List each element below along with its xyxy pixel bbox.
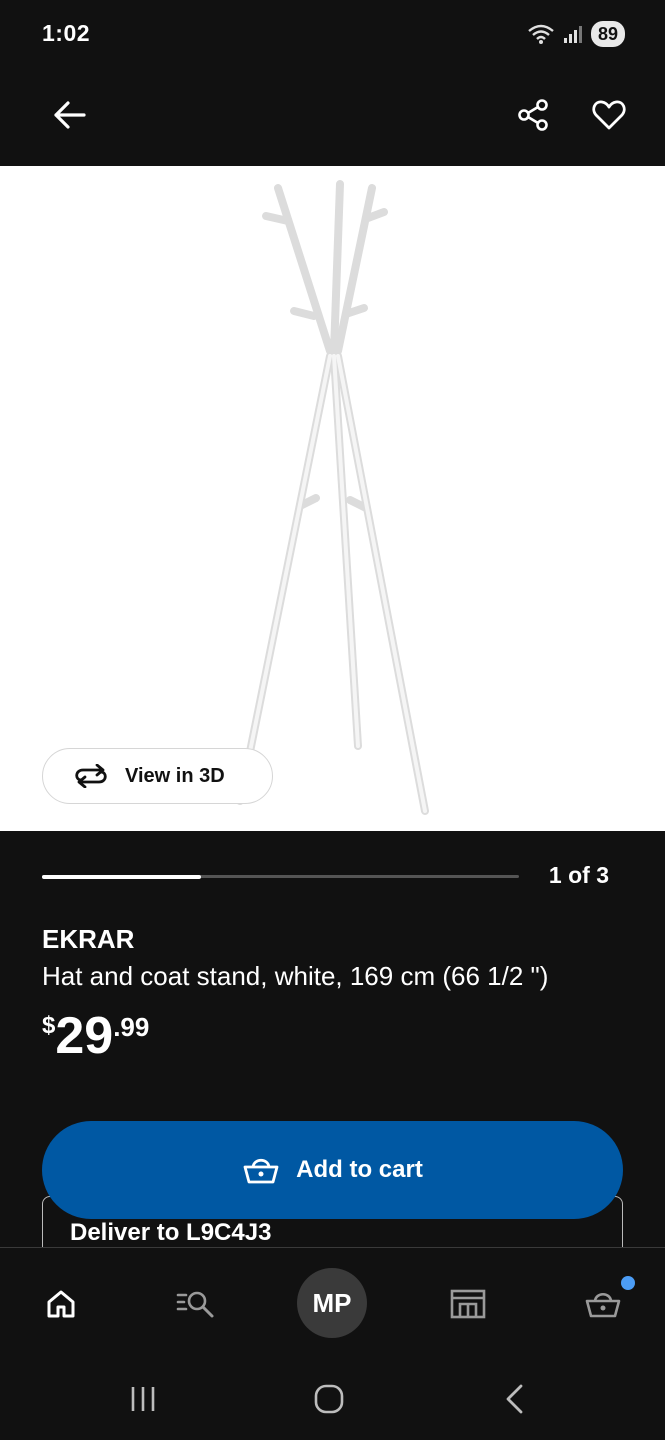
add-to-cart-label: Add to cart [296, 1156, 423, 1183]
recent-apps-button[interactable] [118, 1379, 168, 1419]
nav-home[interactable] [25, 1268, 97, 1340]
status-bar: 1:02 89 [0, 0, 665, 68]
nav-profile-avatar[interactable]: MP [297, 1268, 367, 1338]
basket-icon [243, 1158, 279, 1184]
store-icon [450, 1289, 486, 1319]
profile-initials: MP [312, 1287, 352, 1318]
nav-search[interactable] [160, 1268, 232, 1340]
chevron-left-icon [506, 1384, 523, 1414]
product-name: EKRAR [42, 924, 135, 954]
rotate-3d-icon [75, 764, 107, 788]
share-icon [518, 99, 548, 131]
cart-icon [585, 1292, 621, 1318]
view-in-3d-label: View in 3D [125, 764, 225, 787]
heart-icon [592, 100, 626, 130]
product-info: EKRAR Hat and coat stand, white, 169 cm … [42, 922, 622, 1064]
battery-indicator: 89 [590, 21, 625, 47]
favorite-button[interactable] [584, 90, 634, 140]
recent-apps-icon [131, 1387, 155, 1411]
arrow-left-icon [54, 101, 86, 129]
home-icon [47, 1290, 75, 1318]
gallery-progress-track [42, 874, 519, 879]
price-whole: 29 [55, 1007, 114, 1065]
app-bar [0, 68, 665, 166]
system-back-button[interactable] [490, 1379, 540, 1419]
share-button[interactable] [508, 90, 558, 140]
price-currency: $ [42, 1012, 56, 1039]
bottom-navigation: MP [0, 1247, 665, 1357]
nav-cart[interactable] [567, 1268, 639, 1340]
gallery-indicator: 1 of 3 [0, 831, 665, 921]
system-navigation-bar [0, 1357, 665, 1440]
add-to-cart-button[interactable]: Add to cart [42, 1121, 623, 1219]
status-icons: 89 [527, 20, 625, 48]
back-button[interactable] [44, 90, 94, 140]
product-image[interactable]: View in 3D [0, 166, 665, 831]
product-price: $ 29 .99 [42, 1008, 622, 1064]
coat-stand-illustration [236, 180, 429, 815]
nav-store[interactable] [432, 1268, 504, 1340]
wifi-icon [528, 24, 554, 44]
product-description: Hat and coat stand, white, 169 cm (66 1/… [42, 961, 549, 991]
signal-icon [563, 26, 582, 43]
status-time: 1:02 [42, 20, 91, 46]
delivery-label: Deliver to L9C4J3 [70, 1219, 272, 1246]
search-list-icon [176, 1291, 214, 1318]
gallery-count: 1 of 3 [548, 862, 609, 888]
home-circle-icon [314, 1384, 344, 1414]
system-home-button[interactable] [304, 1379, 354, 1419]
price-decimal: .99 [113, 1012, 150, 1042]
view-in-3d-button[interactable]: View in 3D [42, 748, 273, 804]
gallery-progress-fill [42, 874, 201, 879]
cart-badge-dot [621, 1276, 635, 1290]
